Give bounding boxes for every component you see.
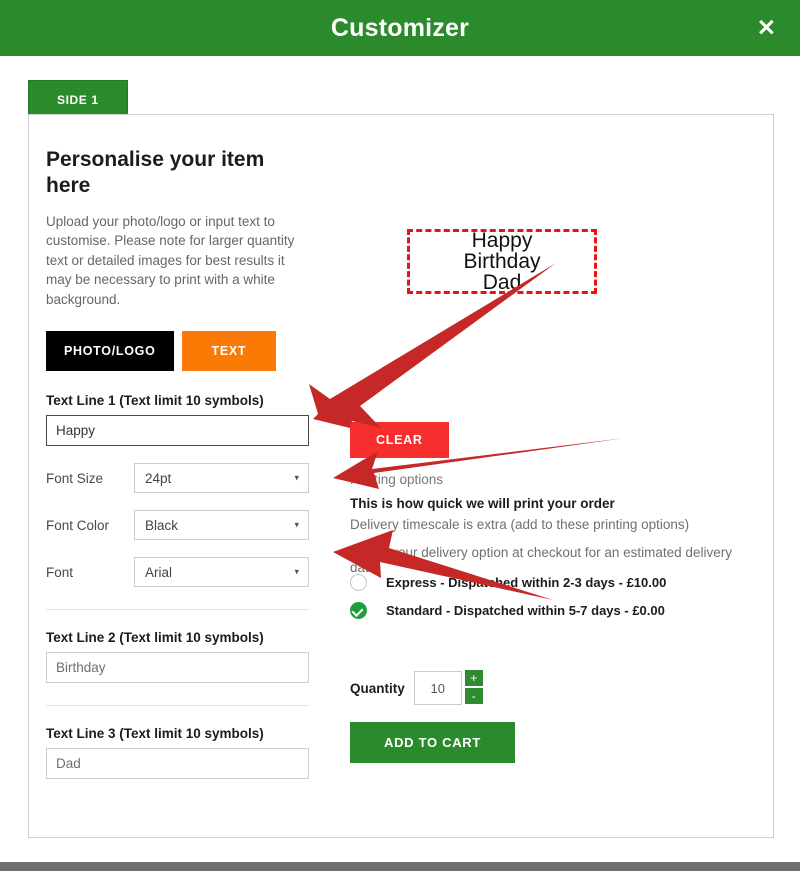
select-delivery-note: Select your delivery option at checkout … — [350, 545, 759, 575]
text-line-1-input[interactable] — [46, 415, 309, 446]
page-title: Customizer — [331, 14, 469, 43]
print-speed-note: This is how quick we will print your ord… — [350, 496, 615, 511]
quantity-increase-button[interactable]: + — [465, 670, 483, 686]
text-line-3-input[interactable] — [46, 748, 309, 779]
delivery-option-express[interactable]: Express - Dispatched within 2-3 days - £… — [350, 574, 666, 591]
font-label: Font — [46, 565, 134, 580]
delivery-timescale-note: Delivery timescale is extra (add to thes… — [350, 517, 689, 532]
printing-options-heading: Printing options — [350, 472, 443, 487]
font-color-select[interactable]: Black ▾ — [134, 510, 309, 540]
clear-button[interactable]: CLEAR — [350, 422, 449, 458]
quantity-input[interactable] — [414, 671, 462, 705]
close-icon[interactable]: ✕ — [751, 15, 782, 42]
horizontal-scrollbar[interactable] — [0, 862, 800, 871]
font-size-select[interactable]: 24pt ▾ — [134, 463, 309, 493]
font-value: Arial — [145, 565, 172, 580]
radio-unchecked-icon[interactable] — [350, 574, 367, 591]
customizer-panel: Personalise your item here Upload your p… — [28, 114, 774, 838]
text-line-2-input[interactable] — [46, 652, 309, 683]
font-size-value: 24pt — [145, 471, 171, 486]
font-size-label: Font Size — [46, 471, 134, 486]
quantity-decrease-button[interactable]: - — [465, 688, 483, 704]
quantity-stepper: Quantity + - — [350, 670, 483, 706]
font-select[interactable]: Arial ▾ — [134, 557, 309, 587]
customizer-modal: Customizer ✕ SIDE 1 Personalise your ite… — [0, 0, 800, 871]
preview-line-3: Dad — [483, 272, 522, 293]
font-color-row: Font Color Black ▾ — [46, 510, 336, 540]
font-size-row: Font Size 24pt ▾ — [46, 463, 336, 493]
upload-mode-buttons: PHOTO/LOGO TEXT — [46, 331, 336, 371]
preview-line-1: Happy — [472, 230, 533, 251]
text-line-2-label: Text Line 2 (Text limit 10 symbols) — [46, 630, 336, 645]
chevron-down-icon: ▾ — [294, 567, 299, 578]
quantity-label: Quantity — [350, 681, 405, 696]
modal-header: Customizer ✕ — [0, 0, 800, 56]
design-preview[interactable]: Happy Birthday Dad — [407, 229, 597, 294]
quantity-buttons: + - — [465, 670, 483, 706]
text-line-1-label: Text Line 1 (Text limit 10 symbols) — [46, 393, 336, 408]
add-to-cart-button[interactable]: ADD TO CART — [350, 722, 515, 763]
personalise-form: Personalise your item here Upload your p… — [46, 147, 336, 779]
delivery-option-standard[interactable]: Standard - Dispatched within 5-7 days - … — [350, 602, 665, 619]
chevron-down-icon: ▾ — [294, 473, 299, 484]
text-line-3-label: Text Line 3 (Text limit 10 symbols) — [46, 726, 336, 741]
section-heading: Personalise your item here — [46, 147, 296, 200]
chevron-down-icon: ▾ — [294, 520, 299, 531]
text-button[interactable]: TEXT — [182, 331, 277, 371]
font-color-label: Font Color — [46, 518, 134, 533]
radio-checked-icon[interactable] — [350, 602, 367, 619]
font-row: Font Arial ▾ — [46, 557, 336, 587]
section-description: Upload your photo/logo or input text to … — [46, 212, 311, 310]
preview-line-2: Birthday — [463, 251, 540, 272]
delivery-option-label: Standard - Dispatched within 5-7 days - … — [386, 603, 665, 618]
delivery-option-label: Express - Dispatched within 2-3 days - £… — [386, 575, 666, 590]
font-color-value: Black — [145, 518, 178, 533]
photo-logo-button[interactable]: PHOTO/LOGO — [46, 331, 174, 371]
